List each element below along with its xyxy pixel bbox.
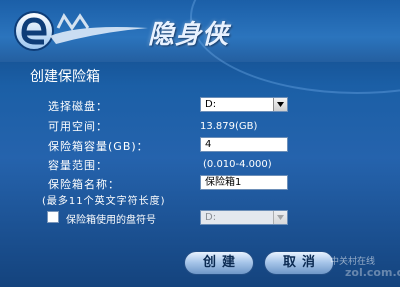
- page-title: 创建保险箱: [30, 69, 100, 85]
- disk-label: 选择磁盘：: [48, 100, 108, 113]
- create-button[interactable]: 创建: [184, 251, 254, 275]
- header-banner: 隐身侠: [0, 0, 400, 94]
- capacity-input[interactable]: 4: [200, 137, 288, 152]
- dropdown-arrow-icon[interactable]: [273, 98, 287, 111]
- drive-letter-label: 保险箱使用的盘符号: [66, 215, 156, 226]
- free-space-label: 可用空间：: [48, 120, 108, 133]
- dropdown-arrow-icon[interactable]: [273, 211, 287, 224]
- dialog-window: 隐身侠 创建保险箱 选择磁盘： D: 可用空间： 13.879(GB) 保险箱容…: [0, 0, 400, 287]
- name-label: 保险箱名称：: [48, 178, 120, 191]
- app-name: 隐身侠: [148, 20, 230, 50]
- capacity-label: 保险箱容量(GB)：: [48, 140, 149, 153]
- cancel-button[interactable]: 取消: [264, 251, 334, 275]
- drive-letter-select[interactable]: D:: [200, 210, 288, 225]
- range-value: (0.010-4.000): [203, 159, 272, 170]
- logo-e-icon: [14, 11, 148, 51]
- name-hint: (最多11个英文字符长度): [42, 196, 166, 207]
- name-input[interactable]: 保险箱1: [200, 175, 288, 190]
- disk-select-value: D:: [205, 99, 217, 110]
- disk-select[interactable]: D:: [200, 97, 288, 112]
- drive-letter-checkbox[interactable]: [47, 211, 59, 223]
- drive-letter-value: D:: [205, 212, 217, 223]
- free-space-value: 13.879(GB): [200, 121, 258, 132]
- range-label: 容量范围：: [48, 159, 108, 172]
- watermark-url: zol.com.cn: [345, 266, 400, 279]
